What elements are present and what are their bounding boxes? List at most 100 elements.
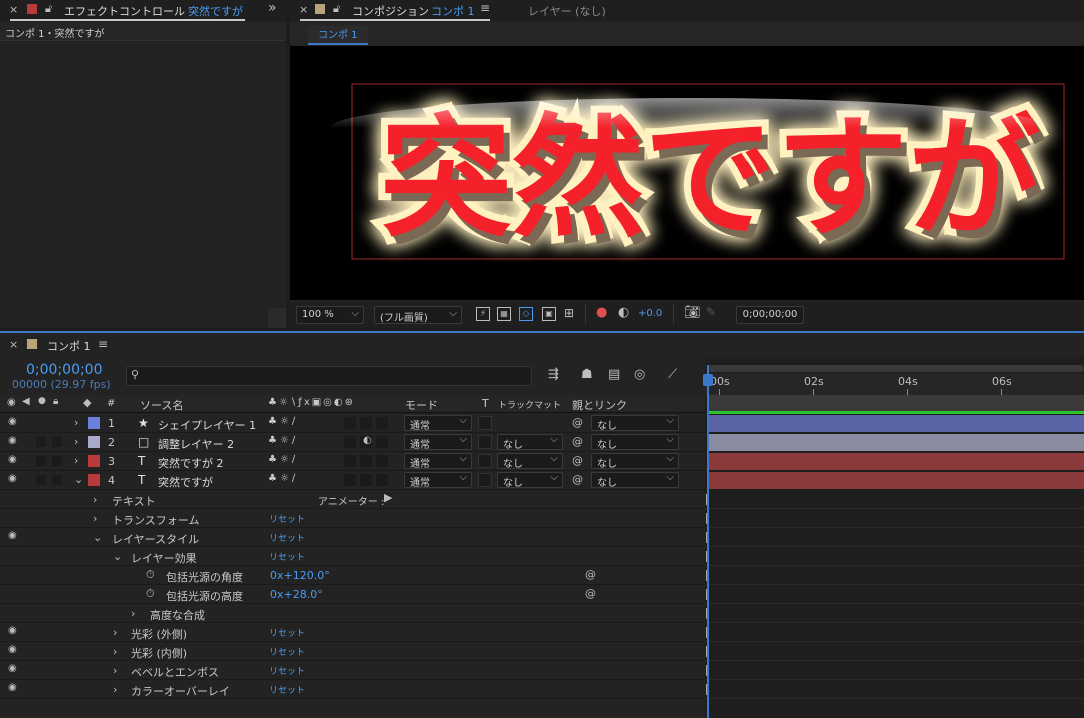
- playhead-handle[interactable]: [703, 374, 713, 386]
- lock-icon[interactable]: 🔓︎: [45, 2, 52, 16]
- animator-play-icon[interactable]: ▶: [384, 491, 392, 504]
- layer-duration-bar[interactable]: [708, 472, 1084, 489]
- prop-row-text[interactable]: › テキスト アニメーター : ▶: [0, 490, 705, 509]
- label-color-swatch[interactable]: [88, 417, 100, 429]
- show-snapshot-icon[interactable]: ✎: [706, 305, 716, 319]
- label-color-swatch[interactable]: [88, 474, 100, 486]
- t-box[interactable]: [478, 416, 492, 430]
- layer-search-input[interactable]: ⚲: [126, 366, 532, 386]
- solo-box[interactable]: [36, 456, 46, 466]
- reset-link[interactable]: リセット: [269, 626, 305, 639]
- layer-duration-bar[interactable]: [708, 415, 1084, 432]
- prop-row-global-altitude[interactable]: ⏱︎ 包括光源の高度 0x+28.0° @: [0, 585, 705, 604]
- prop-row-layer-effects[interactable]: ⌄ レイヤー効果 リセット: [0, 547, 705, 566]
- mask-visibility-icon[interactable]: ◇: [519, 307, 533, 321]
- switch-box[interactable]: [360, 474, 372, 486]
- parent-select[interactable]: なし: [591, 415, 679, 432]
- reset-link[interactable]: リセット: [269, 512, 305, 525]
- parent-select[interactable]: なし: [591, 434, 679, 451]
- layer-row[interactable]: ◉ › 1 ★ シェイプレイヤー 1 ♣☼∕ 通常 @ なし: [0, 414, 705, 433]
- switch-box[interactable]: [376, 474, 388, 486]
- composition-tab[interactable]: コンポジション: [352, 3, 429, 19]
- stopwatch-icon[interactable]: ⏱︎: [146, 568, 155, 582]
- layer-duration-bar[interactable]: [708, 434, 1084, 451]
- parent-select[interactable]: なし: [591, 472, 679, 489]
- time-ruler[interactable]: 00s02s04s06s08: [705, 373, 1084, 395]
- pickwhip-icon[interactable]: @: [572, 454, 583, 467]
- parent-select[interactable]: なし: [591, 453, 679, 470]
- label-color-swatch[interactable]: [88, 436, 100, 448]
- chevron-down-icon[interactable]: ⌄: [113, 550, 122, 563]
- layer-name[interactable]: 調整レイヤー 2: [158, 436, 234, 452]
- motion-blur-icon[interactable]: ◎: [634, 367, 645, 382]
- close-icon[interactable]: ×: [9, 338, 18, 351]
- switch-box[interactable]: [344, 455, 356, 467]
- chevron-right-icon[interactable]: ›: [113, 664, 117, 677]
- solo-box[interactable]: [36, 437, 46, 447]
- timeline-track-area[interactable]: 00s02s04s06s08: [705, 357, 1084, 718]
- channel-icon[interactable]: ●: [596, 305, 607, 320]
- lock-icon[interactable]: 🔓︎: [333, 2, 340, 16]
- pickwhip-icon[interactable]: @: [585, 587, 596, 600]
- chevron-right-icon[interactable]: ›: [74, 435, 78, 448]
- region-of-interest-icon[interactable]: ▣: [542, 307, 556, 321]
- chevron-down-icon[interactable]: ⌄: [93, 531, 102, 544]
- menu-icon[interactable]: ≡: [98, 337, 108, 351]
- chevron-right-icon[interactable]: ›: [74, 416, 78, 429]
- chevron-down-icon[interactable]: ⌄: [74, 473, 83, 486]
- switch-box[interactable]: [376, 455, 388, 467]
- adjustment-layer-icon[interactable]: ◐: [363, 435, 372, 446]
- trackmatte-select[interactable]: なし: [497, 472, 563, 489]
- mode-select[interactable]: 通常: [404, 415, 472, 432]
- switch-box[interactable]: [376, 436, 388, 448]
- exposure-value[interactable]: +0.0: [638, 308, 662, 319]
- mode-select[interactable]: 通常: [404, 434, 472, 451]
- chevron-right-icon[interactable]: ›: [113, 645, 117, 658]
- prop-row-layer-style[interactable]: ◉ ⌄ レイヤースタイル リセット: [0, 528, 705, 547]
- frame-blending-icon[interactable]: ▤: [608, 367, 620, 382]
- eye-icon[interactable]: ◉: [8, 435, 17, 446]
- eye-icon[interactable]: ◉: [8, 644, 17, 655]
- close-icon[interactable]: ×: [299, 3, 308, 16]
- layer-name[interactable]: シェイプレイヤー 1: [158, 417, 256, 433]
- graph-editor-icon[interactable]: ⟋: [668, 367, 677, 382]
- eye-icon[interactable]: ◉: [8, 625, 17, 636]
- effect-controls-tab[interactable]: エフェクトコントロール: [64, 3, 185, 19]
- timeline-timecode[interactable]: 0;00;00;00: [26, 362, 103, 378]
- eye-icon[interactable]: ◉: [7, 397, 16, 408]
- reset-link[interactable]: リセット: [269, 550, 305, 563]
- mode-select[interactable]: 通常: [404, 453, 472, 470]
- t-box[interactable]: [478, 473, 492, 487]
- transparency-grid-icon[interactable]: ▦: [497, 307, 511, 321]
- mode-select[interactable]: 通常: [404, 472, 472, 489]
- quality-dropdown[interactable]: (フル画質) ⌵: [374, 306, 462, 324]
- close-icon[interactable]: ×: [9, 3, 18, 16]
- comp-mini-flowchart-icon[interactable]: ⇶: [548, 367, 559, 382]
- t-box[interactable]: [478, 435, 492, 449]
- fast-preview-icon[interactable]: ⚡: [476, 307, 490, 321]
- grid-guide-icon[interactable]: ⊞: [564, 306, 574, 320]
- layer-name[interactable]: 突然ですが 2: [158, 455, 224, 471]
- panel-expand-icon[interactable]: »: [268, 0, 277, 16]
- eye-icon[interactable]: ◉: [8, 416, 17, 427]
- reset-link[interactable]: リセット: [269, 664, 305, 677]
- breadcrumb-comp[interactable]: コンポ 1: [308, 26, 368, 45]
- lock-box[interactable]: [52, 456, 62, 466]
- layer-duration-bar[interactable]: [708, 453, 1084, 470]
- eye-icon[interactable]: ◉: [8, 663, 17, 674]
- lock-box[interactable]: [52, 475, 62, 485]
- layer-row[interactable]: ◉ ⌄ 4 T 突然ですが ♣☼∕ 通常 なし @ なし: [0, 471, 705, 490]
- camera-icon[interactable]: 📷︎: [684, 305, 701, 320]
- trackmatte-select[interactable]: なし: [497, 434, 563, 451]
- chevron-right-icon[interactable]: ›: [113, 683, 117, 696]
- prop-row-inner-glow[interactable]: ◉ › 光彩 (内側) リセット: [0, 642, 705, 661]
- t-box[interactable]: [478, 454, 492, 468]
- trackmatte-select[interactable]: なし: [497, 453, 563, 470]
- pickwhip-icon[interactable]: @: [572, 435, 583, 448]
- prop-row-color-overlay[interactable]: ◉ › カラーオーバーレイ リセット: [0, 680, 705, 699]
- chevron-right-icon[interactable]: ›: [113, 626, 117, 639]
- switch-box[interactable]: [376, 417, 388, 429]
- layer-switches[interactable]: ♣☼∕: [268, 473, 298, 484]
- pickwhip-icon[interactable]: @: [585, 568, 596, 581]
- layer-name[interactable]: 突然ですが: [158, 474, 213, 490]
